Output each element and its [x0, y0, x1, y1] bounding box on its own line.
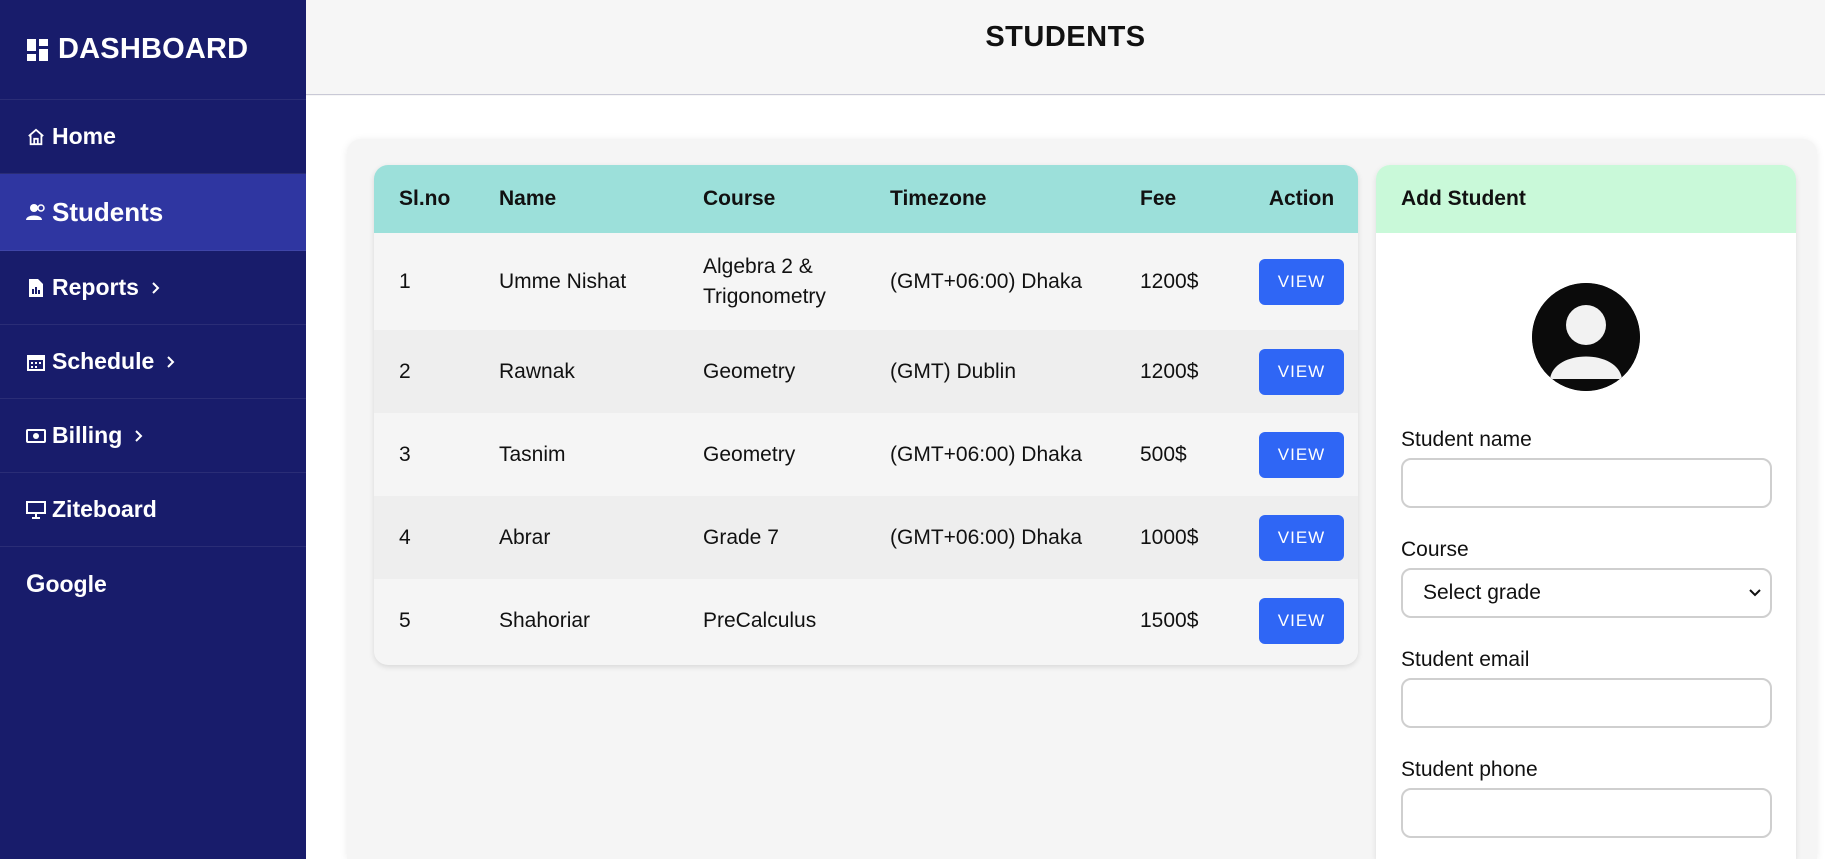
page-header: STUDENTS: [306, 0, 1825, 95]
view-button[interactable]: VIEW: [1259, 597, 1344, 644]
sidebar-item-label: Students: [52, 196, 164, 227]
table-row: 1 Umme Nishat Algebra 2 & Trigonometry (…: [374, 233, 1358, 330]
brand-label: DASHBOARD: [58, 33, 249, 65]
cell-timezone: (GMT+06:00) Dhaka: [890, 442, 1082, 466]
sidebar-item-reports[interactable]: Reports: [0, 251, 306, 325]
chevron-right-icon: [134, 429, 144, 443]
student-phone-label: Student phone: [1401, 758, 1538, 781]
cell-timezone: (GMT+06:00) Dhaka: [890, 269, 1082, 293]
cell-name: Abrar: [499, 525, 551, 549]
cell-action: VIEW: [1245, 330, 1358, 413]
sidebar-brand[interactable]: DASHBOARD: [0, 0, 306, 100]
cell-fee: 1000$: [1140, 525, 1199, 549]
sidebar-item-home[interactable]: Home: [0, 100, 306, 174]
column-header-timezone: Timezone: [890, 187, 987, 210]
cell-fee: 1200$: [1140, 359, 1199, 383]
sidebar-item-schedule[interactable]: Schedule: [0, 325, 306, 399]
table-row: 5 Shahoriar PreCalculus 1500$ VIEW: [374, 579, 1358, 662]
avatar-icon[interactable]: [1532, 283, 1640, 391]
sidebar-item-label: Ziteboard: [52, 496, 157, 522]
cell-action: VIEW: [1245, 496, 1358, 579]
cell-course: PreCalculus: [703, 608, 817, 632]
cell-timezone: (GMT) Dublin: [890, 359, 1017, 383]
sidebar: DASHBOARD Home Students Reports Schedule…: [0, 0, 306, 859]
sidebar-item-billing[interactable]: Billing: [0, 399, 306, 473]
students-table: Sl.no Name Course Timezone Fee Action 1 …: [374, 165, 1358, 662]
column-header-fee: Fee: [1140, 187, 1177, 210]
report-icon: [26, 278, 46, 298]
student-phone-input[interactable]: [1401, 788, 1772, 838]
cell-slno: 2: [399, 359, 411, 383]
course-label: Course: [1401, 538, 1469, 561]
cell-course: Geometry: [703, 442, 796, 466]
add-student-card: Add Student Student name Course Select g…: [1376, 165, 1796, 859]
sidebar-item-label: Schedule: [52, 348, 155, 374]
money-icon: [26, 426, 46, 446]
calendar-icon: [26, 352, 46, 372]
table-row: 3 Tasnim Geometry (GMT+06:00) Dhaka 500$…: [374, 413, 1358, 496]
cell-slno: 1: [399, 269, 411, 293]
cell-slno: 3: [399, 442, 411, 466]
google-icon: G: [26, 569, 46, 598]
cell-course: Algebra 2 & Trigonometry: [703, 254, 826, 308]
view-button[interactable]: VIEW: [1259, 258, 1344, 305]
board-icon: [26, 500, 46, 520]
student-email-label: Student email: [1401, 648, 1530, 671]
course-select[interactable]: Select grade: [1401, 568, 1772, 618]
students-table-card: Sl.no Name Course Timezone Fee Action 1 …: [374, 165, 1358, 665]
sidebar-item-label: Home: [52, 123, 116, 149]
sidebar-item-label: Billing: [52, 422, 123, 448]
table-row: 2 Rawnak Geometry (GMT) Dublin 1200$ VIE…: [374, 330, 1358, 413]
cell-fee: 1200$: [1140, 269, 1199, 293]
users-icon: [26, 202, 46, 222]
student-name-label: Student name: [1401, 428, 1532, 451]
dashboard-icon: [26, 38, 50, 62]
cell-name: Umme Nishat: [499, 269, 627, 293]
chevron-down-icon: [1748, 585, 1762, 601]
sidebar-item-label: Reports: [52, 274, 139, 300]
chevron-right-icon: [151, 281, 161, 295]
sidebar-item-students[interactable]: Students: [0, 174, 306, 251]
table-row: 4 Abrar Grade 7 (GMT+06:00) Dhaka 1000$ …: [374, 496, 1358, 579]
view-button[interactable]: VIEW: [1259, 431, 1344, 478]
student-name-input[interactable]: [1401, 458, 1772, 508]
sidebar-item-ziteboard[interactable]: Ziteboard: [0, 473, 306, 547]
column-header-action: Action: [1268, 187, 1335, 210]
table-header-row: Sl.no Name Course Timezone Fee Action: [374, 165, 1358, 233]
cell-timezone: [890, 579, 1140, 662]
cell-slno: 5: [399, 608, 411, 632]
cell-name: Rawnak: [499, 359, 575, 383]
cell-timezone: (GMT+06:00) Dhaka: [890, 525, 1082, 549]
page-title: STUDENTS: [985, 20, 1146, 53]
column-header-name: Name: [499, 187, 557, 210]
column-header-slno: Sl.no: [399, 187, 451, 210]
course-select-value: Select grade: [1423, 581, 1541, 604]
add-student-title: Add Student: [1376, 165, 1796, 233]
chevron-right-icon: [166, 355, 176, 369]
student-email-input[interactable]: [1401, 678, 1772, 728]
view-button[interactable]: VIEW: [1259, 348, 1344, 395]
view-button[interactable]: VIEW: [1259, 514, 1344, 561]
cell-slno: 4: [399, 525, 411, 549]
column-header-course: Course: [703, 187, 776, 210]
cell-fee: 1500$: [1140, 608, 1199, 632]
cell-course: Grade 7: [703, 525, 779, 549]
sidebar-item-google[interactable]: G oogle: [0, 547, 306, 621]
cell-course: Geometry: [703, 359, 796, 383]
app-root: DASHBOARD Home Students Reports Schedule…: [0, 0, 1825, 859]
cell-fee: 500$: [1140, 442, 1187, 466]
cell-name: Shahoriar: [499, 608, 591, 632]
home-icon: [26, 127, 46, 147]
cell-name: Tasnim: [499, 442, 566, 466]
cell-action: VIEW: [1245, 233, 1358, 330]
cell-action: VIEW: [1245, 413, 1358, 496]
cell-action: VIEW: [1245, 579, 1358, 662]
sidebar-item-label: oogle: [45, 570, 107, 597]
